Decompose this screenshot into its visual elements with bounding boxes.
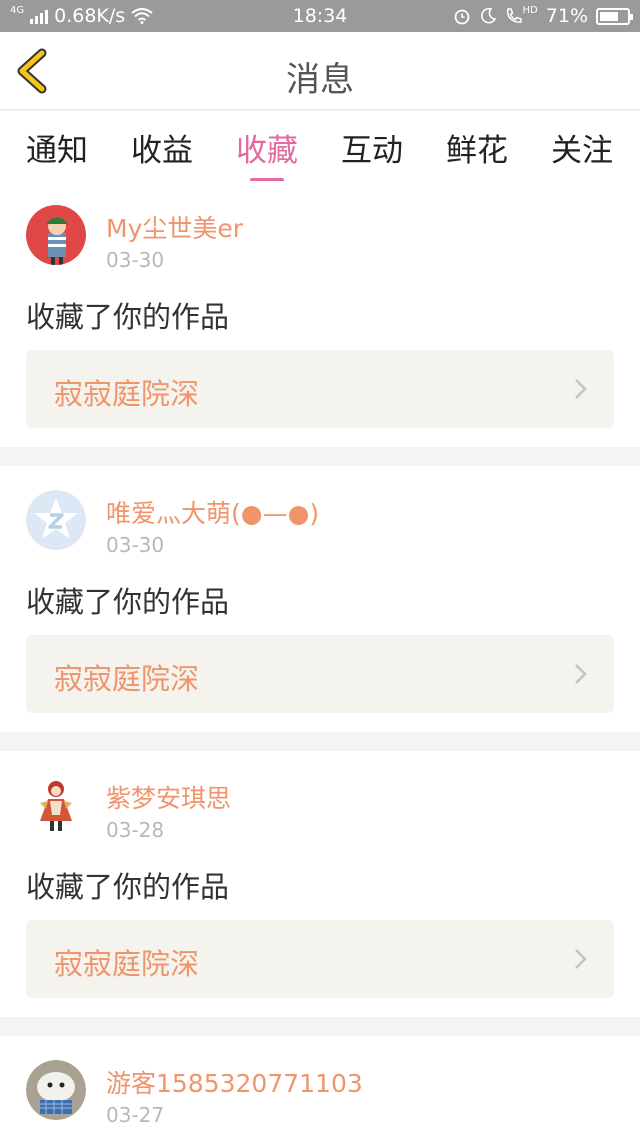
notification-date: 03-30 [106,248,165,272]
call-icon [506,8,522,23]
work-title: 寂寂庭院深 [54,662,200,696]
tab-bar: 通知 收益 收藏 互动 鲜花 关注 [0,111,640,182]
notification-card: 紫梦安琪思 03-28 收藏了你的作品 寂寂庭院深 [0,751,640,1017]
notification-card: My尘世美er 03-30 收藏了你的作品 寂寂庭院深 [0,181,640,447]
tab-label: 互动 [341,133,403,169]
notification-date: 03-28 [106,818,165,842]
hd-label: HD [522,5,538,16]
work-title: 寂寂庭院深 [54,377,200,411]
notification-date: 03-27 [106,1103,165,1127]
tab-earnings[interactable]: 收益 [117,125,207,170]
page-title: 消息 [286,60,354,100]
tab-notice[interactable]: 通知 [12,125,102,170]
avatar[interactable] [26,1060,86,1120]
work-title: 寂寂庭院深 [54,947,200,981]
notification-date: 03-30 [106,533,165,557]
notification-card: 游客1585320771103 03-27 [0,1036,640,1138]
status-bar: 4G 0.68K/s 18:34 HD 71% [0,0,640,32]
avatar[interactable] [26,205,86,265]
battery-percent: 71% [545,5,588,27]
username[interactable]: 紫梦安琪思 [106,779,231,815]
work-link[interactable]: 寂寂庭院深 [26,920,614,998]
username[interactable]: My尘世美er [106,209,243,245]
notification-action: 收藏了你的作品 [26,300,230,334]
alarm-icon [454,9,469,25]
tab-follow[interactable]: 关注 [537,125,627,170]
tab-label: 收益 [131,133,193,169]
tab-label: 通知 [26,133,88,169]
moon-icon [480,7,496,24]
chevron-right-icon [575,664,587,684]
work-link[interactable]: 寂寂庭院深 [26,635,614,713]
username[interactable]: 唯爱灬大萌(●—●) [106,494,319,530]
tab-interactions[interactable]: 互动 [327,125,417,170]
avatar[interactable] [26,775,86,835]
notification-card: 唯爱灬大萌(●—●) 03-30 收藏了你的作品 寂寂庭院深 [0,466,640,732]
avatar[interactable] [26,490,86,550]
tab-label: 收藏 [236,133,298,169]
notification-action: 收藏了你的作品 [26,870,230,904]
chevron-right-icon [575,949,587,969]
tab-label: 鲜花 [446,133,508,169]
tab-label: 关注 [551,133,613,169]
tab-flowers[interactable]: 鲜花 [432,125,522,170]
chevron-right-icon [575,379,587,399]
tab-favorites[interactable]: 收藏 [222,125,312,182]
work-link[interactable]: 寂寂庭院深 [26,350,614,428]
battery-icon [596,7,633,25]
username[interactable]: 游客1585320771103 [106,1064,363,1100]
nav-bar: 消息 [0,32,640,110]
notification-action: 收藏了你的作品 [26,585,230,619]
